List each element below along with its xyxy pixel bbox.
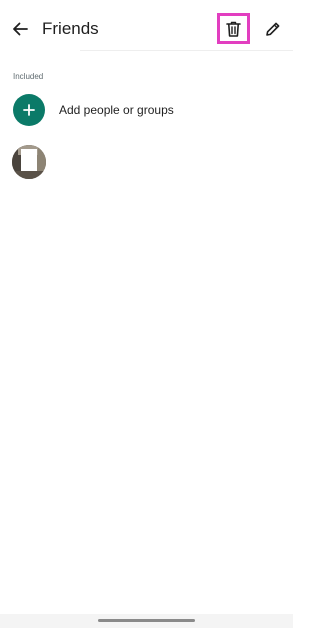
- plus-icon: [23, 104, 35, 116]
- list-item[interactable]: [0, 144, 293, 180]
- delete-button[interactable]: [217, 13, 250, 44]
- app-bar: Friends: [0, 0, 293, 58]
- add-button[interactable]: [13, 94, 45, 126]
- add-people-label: Add people or groups: [59, 103, 174, 117]
- profile-photo: [12, 145, 46, 179]
- edit-button[interactable]: [259, 15, 287, 43]
- header-divider: [80, 50, 293, 51]
- pencil-icon: [266, 22, 280, 36]
- section-label: Included: [13, 72, 44, 81]
- back-button[interactable]: [6, 15, 34, 43]
- navigation-bar: [0, 614, 293, 628]
- trash-icon: [226, 21, 241, 37]
- avatar[interactable]: [12, 145, 46, 179]
- add-people-row[interactable]: Add people or groups: [0, 90, 293, 130]
- arrow-back-icon: [13, 22, 28, 36]
- home-indicator[interactable]: [98, 619, 195, 622]
- page-title: Friends: [42, 19, 99, 38]
